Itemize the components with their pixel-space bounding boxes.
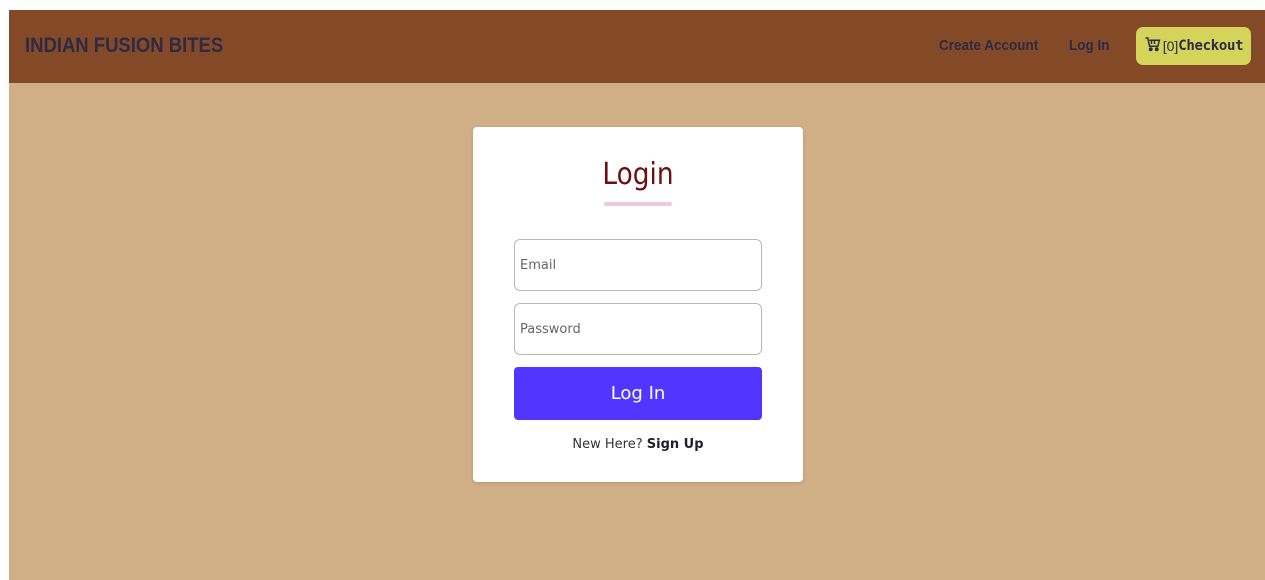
create-account-link[interactable]: Create Account	[939, 37, 1038, 54]
cart-count: [0]	[1162, 38, 1179, 54]
login-card: Login Log In New Here? Sign Up	[473, 127, 803, 482]
checkout-label: Checkout	[1178, 38, 1244, 54]
sign-up-link[interactable]: Sign Up	[647, 437, 704, 452]
page: INDIAN FUSION BITES Create Account Log I…	[9, 10, 1265, 580]
cart-icon	[1144, 35, 1163, 58]
signup-prompt: New Here? Sign Up	[473, 437, 803, 452]
brand-logo[interactable]: INDIAN FUSION BITES	[25, 34, 223, 58]
title-underline	[604, 202, 672, 206]
top-navbar: INDIAN FUSION BITES Create Account Log I…	[9, 10, 1265, 83]
login-title: Login	[602, 157, 674, 192]
log-in-button[interactable]: Log In	[514, 367, 762, 420]
signup-prompt-text: New Here?	[572, 437, 643, 452]
email-input[interactable]	[514, 239, 762, 291]
password-input[interactable]	[514, 303, 762, 355]
checkout-button[interactable]: [0] Checkout	[1136, 27, 1251, 65]
log-in-link[interactable]: Log In	[1069, 37, 1110, 54]
